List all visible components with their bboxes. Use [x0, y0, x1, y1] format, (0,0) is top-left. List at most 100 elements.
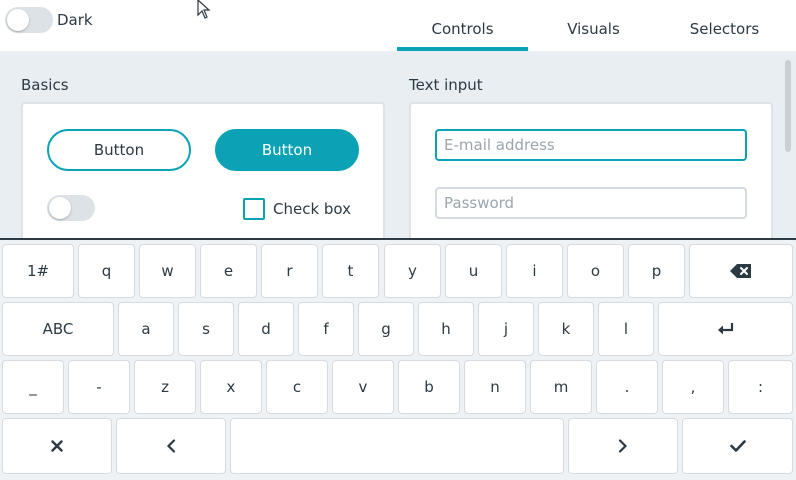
key-x[interactable]: x — [200, 360, 262, 414]
close-icon — [51, 440, 63, 452]
key-r[interactable]: r — [261, 244, 318, 298]
key-comma[interactable]: , — [662, 360, 724, 414]
key-label: e — [223, 262, 234, 280]
key-label: a — [141, 320, 151, 338]
mouse-cursor-icon — [197, 0, 211, 19]
key-close-keyboard[interactable] — [2, 418, 112, 474]
key-label: k — [561, 320, 571, 338]
key-label: z — [161, 378, 169, 396]
key-space[interactable] — [230, 418, 564, 474]
key-q[interactable]: q — [78, 244, 135, 298]
key-e[interactable]: e — [200, 244, 257, 298]
key-label: w — [161, 262, 174, 280]
key-symbols[interactable]: 1# — [2, 244, 74, 298]
key-label: o — [590, 262, 601, 280]
key-t[interactable]: t — [322, 244, 379, 298]
key-label: t — [347, 262, 354, 280]
chevron-right-icon — [618, 439, 628, 453]
key-label: i — [532, 262, 537, 280]
key-label: ABC — [42, 320, 74, 338]
key-c[interactable]: c — [266, 360, 328, 414]
checkbox-label: Check box — [273, 200, 352, 218]
key-h[interactable]: h — [418, 302, 474, 356]
basics-switch[interactable] — [47, 195, 95, 221]
backspace-icon — [730, 264, 751, 278]
tab-bar: Controls Visuals Selectors — [397, 0, 790, 51]
key-d[interactable]: d — [238, 302, 294, 356]
text-input-title: Text input — [409, 76, 483, 94]
key-label: - — [96, 378, 102, 396]
key-label: g — [381, 320, 391, 338]
key-ok[interactable] — [682, 418, 793, 474]
key-label: v — [358, 378, 368, 396]
password-field[interactable] — [435, 187, 747, 219]
enter-icon — [717, 323, 733, 335]
outline-button-label: Button — [93, 141, 145, 159]
email-field[interactable] — [435, 129, 747, 161]
checkbox[interactable] — [243, 198, 265, 220]
key-j[interactable]: j — [478, 302, 534, 356]
key-a[interactable]: a — [118, 302, 174, 356]
key-z[interactable]: z — [134, 360, 196, 414]
key-enter[interactable] — [658, 302, 793, 356]
key-v[interactable]: v — [332, 360, 394, 414]
key-label: y — [408, 262, 417, 280]
key-o[interactable]: o — [567, 244, 624, 298]
key-label: _ — [29, 378, 37, 396]
key-n[interactable]: n — [464, 360, 526, 414]
key-label: q — [101, 262, 112, 280]
key-label: h — [441, 320, 451, 338]
key-label: p — [651, 262, 662, 280]
key-p[interactable]: p — [628, 244, 685, 298]
switch-knob — [49, 197, 71, 219]
key-dash[interactable]: - — [68, 360, 130, 414]
key-label: , — [690, 378, 696, 396]
tab-visuals-label: Visuals — [567, 20, 620, 38]
key-label: u — [468, 262, 479, 280]
key-cursor-left[interactable] — [116, 418, 226, 474]
chevron-left-icon — [166, 439, 176, 453]
key-label: m — [553, 378, 569, 396]
text-input-panel — [409, 102, 773, 252]
tab-selectors-label: Selectors — [689, 20, 760, 38]
key-b[interactable]: b — [398, 360, 460, 414]
key-f[interactable]: f — [298, 302, 354, 356]
toggle-knob — [7, 9, 29, 31]
key-label: j — [503, 320, 509, 338]
tab-controls-label: Controls — [431, 20, 494, 38]
key-label: 1# — [26, 262, 50, 280]
key-g[interactable]: g — [358, 302, 414, 356]
key-m[interactable]: m — [530, 360, 592, 414]
key-period[interactable]: . — [596, 360, 658, 414]
outline-button[interactable]: Button — [47, 129, 191, 171]
dark-mode-toggle[interactable] — [5, 7, 53, 33]
tab-selectors[interactable]: Selectors — [659, 0, 790, 51]
key-abc[interactable]: ABC — [2, 302, 114, 356]
key-k[interactable]: k — [538, 302, 594, 356]
key-u[interactable]: u — [445, 244, 502, 298]
key-w[interactable]: w — [139, 244, 196, 298]
scrollbar[interactable] — [785, 60, 791, 152]
key-l[interactable]: l — [598, 302, 654, 356]
key-label: . — [624, 378, 630, 396]
tab-controls[interactable]: Controls — [397, 0, 528, 51]
tab-visuals[interactable]: Visuals — [528, 0, 659, 51]
basics-title: Basics — [21, 76, 69, 94]
checkmark-icon — [729, 440, 746, 452]
key-colon[interactable]: : — [728, 360, 793, 414]
on-screen-keyboard: 1# q w e r t y u i o p ABC a s d f g h j… — [0, 238, 796, 480]
key-label: : — [757, 378, 764, 396]
key-underscore[interactable]: _ — [2, 360, 64, 414]
key-label: b — [424, 378, 434, 396]
key-label: s — [202, 320, 210, 338]
dark-mode-label: Dark — [57, 11, 93, 29]
key-cursor-right[interactable] — [568, 418, 678, 474]
key-i[interactable]: i — [506, 244, 563, 298]
basics-panel: Button Button Check box — [21, 102, 385, 252]
key-label: f — [323, 320, 329, 338]
solid-button[interactable]: Button — [215, 129, 359, 171]
key-y[interactable]: y — [384, 244, 441, 298]
key-s[interactable]: s — [178, 302, 234, 356]
key-backspace[interactable] — [689, 244, 793, 298]
key-label: n — [490, 378, 500, 396]
